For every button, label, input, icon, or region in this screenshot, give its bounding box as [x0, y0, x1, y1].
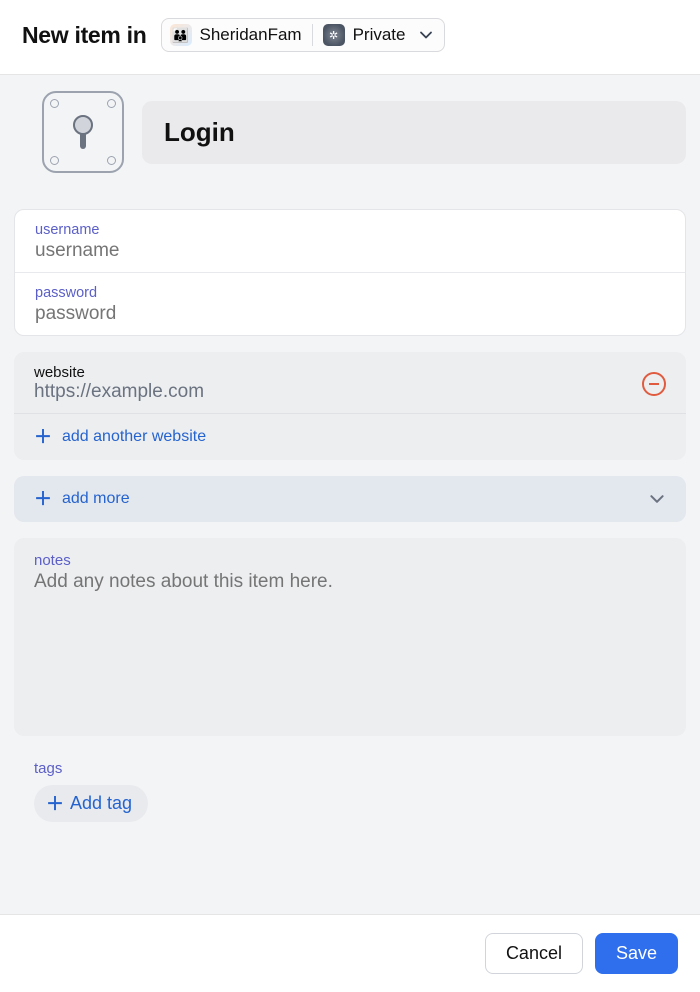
chevron-down-icon	[648, 490, 666, 508]
footer: Cancel Save	[0, 914, 700, 992]
password-label: password	[35, 285, 665, 301]
save-button[interactable]: Save	[595, 933, 678, 974]
website-label: website	[34, 364, 642, 381]
tags-section: tags ＋ Add tag	[34, 760, 686, 822]
header: New item in 👪 SheridanFam ✲ Private	[0, 0, 700, 75]
account-group: 👪 SheridanFam	[170, 24, 302, 46]
item-title: Login	[164, 117, 664, 148]
keyhole-icon	[73, 115, 93, 149]
website-row[interactable]: website https://example.com	[14, 352, 686, 413]
password-field[interactable]: password	[15, 273, 685, 335]
plus-icon: ＋	[34, 428, 52, 446]
chevron-down-icon	[418, 27, 434, 43]
notes-textarea[interactable]	[34, 571, 666, 721]
notes-label: notes	[34, 552, 666, 569]
plus-icon: ＋	[34, 490, 52, 508]
vault-avatar-icon: ✲	[323, 24, 345, 46]
add-website-button[interactable]: ＋ add another website	[14, 414, 686, 460]
cancel-button[interactable]: Cancel	[485, 933, 583, 974]
add-tag-button[interactable]: ＋ Add tag	[34, 785, 148, 822]
category-icon[interactable]	[42, 91, 124, 173]
add-more-label: add more	[62, 490, 130, 508]
vault-separator	[312, 24, 313, 46]
account-avatar-icon: 👪	[170, 24, 192, 46]
minus-icon	[649, 383, 659, 385]
vault-name: Private	[353, 25, 406, 45]
main-content: Login username password website https://…	[0, 75, 700, 914]
remove-website-button[interactable]	[642, 372, 666, 396]
username-field[interactable]: username	[15, 210, 685, 273]
add-website-label: add another website	[62, 428, 206, 446]
vault-group: ✲ Private	[323, 24, 406, 46]
notes-section[interactable]: notes	[14, 538, 686, 736]
plus-icon: ＋	[46, 795, 64, 813]
page-title: New item in	[22, 22, 147, 49]
website-value: https://example.com	[34, 381, 642, 403]
item-title-field[interactable]: Login	[142, 101, 686, 164]
password-input[interactable]	[35, 303, 665, 325]
website-section: website https://example.com ＋ add anothe…	[14, 352, 686, 460]
credentials-card: username password	[14, 209, 686, 336]
vault-picker[interactable]: 👪 SheridanFam ✲ Private	[161, 18, 445, 52]
account-name: SheridanFam	[200, 25, 302, 45]
add-tag-label: Add tag	[70, 793, 132, 814]
add-more-button[interactable]: ＋ add more	[14, 476, 686, 522]
username-input[interactable]	[35, 240, 665, 262]
tags-label: tags	[34, 760, 686, 777]
category-row: Login	[0, 75, 700, 181]
username-label: username	[35, 222, 665, 238]
